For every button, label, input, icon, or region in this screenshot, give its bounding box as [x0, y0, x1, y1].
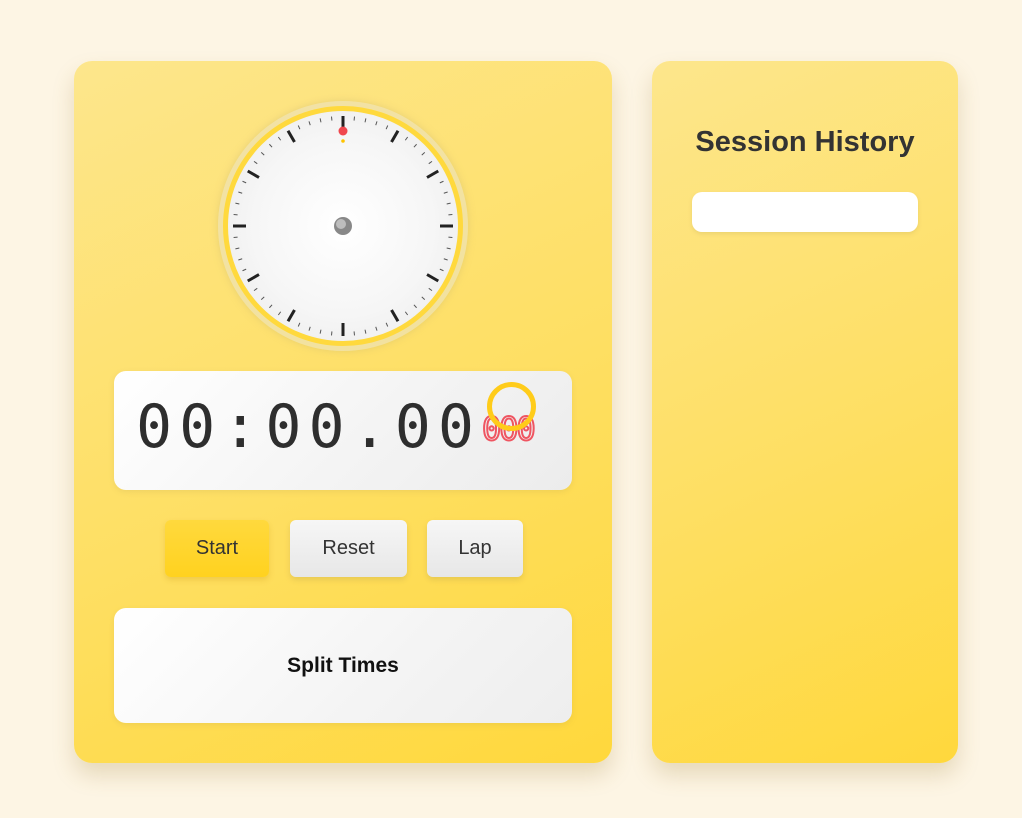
- dial-minor-tick: [375, 121, 378, 126]
- session-history-title: Session History: [695, 126, 915, 158]
- dial-minor-tick: [319, 118, 322, 123]
- dial-major-tick: [246, 169, 260, 179]
- dial-ticks: [233, 116, 453, 336]
- dial-minor-tick: [308, 326, 311, 331]
- stopwatch-dial: [218, 101, 468, 351]
- split-times-panel: Split Times: [114, 608, 572, 723]
- dial-major-tick: [426, 273, 440, 283]
- split-times-title: Split Times: [287, 654, 399, 677]
- dial-minor-tick: [439, 268, 444, 272]
- dial-minor-tick: [238, 191, 243, 194]
- dial-major-tick: [286, 309, 296, 323]
- dial-minor-tick: [446, 247, 451, 250]
- dial-minor-tick: [277, 311, 282, 316]
- dial-minor-tick: [446, 202, 451, 205]
- dial-minor-tick: [260, 296, 265, 300]
- reset-button[interactable]: Reset: [290, 520, 407, 577]
- dial-minor-tick: [428, 287, 433, 292]
- dial-minor-tick: [404, 136, 409, 141]
- dial-minor-tick: [421, 296, 426, 300]
- hand-marker: [338, 126, 348, 136]
- history-card: [652, 61, 958, 763]
- dial-major-tick: [390, 129, 400, 143]
- dial-minor-tick: [385, 322, 389, 327]
- time-readout: 00:00.00: [136, 392, 481, 462]
- dial-major-tick: [426, 169, 440, 179]
- dial-minor-tick: [260, 152, 265, 156]
- dial-minor-tick: [253, 160, 258, 165]
- center-pin-highlight: [336, 219, 346, 229]
- dial-minor-tick: [375, 326, 378, 331]
- dial-minor-tick: [297, 125, 301, 130]
- dial-minor-tick: [242, 180, 247, 184]
- dial-minor-tick: [413, 304, 417, 309]
- dial-minor-tick: [253, 287, 258, 292]
- dial-minor-tick: [443, 191, 448, 194]
- dial-minor-tick: [235, 202, 240, 205]
- dial-major-tick: [390, 309, 400, 323]
- stopwatch-app: 00:00.00 000 Start Reset Lap Split Times…: [0, 0, 1022, 818]
- dial-minor-tick: [238, 258, 243, 261]
- dial-major-tick: [246, 273, 260, 283]
- dial-minor-tick: [319, 329, 322, 334]
- dial-minor-tick: [413, 143, 417, 148]
- dial-minor-tick: [277, 136, 282, 141]
- start-button[interactable]: Start: [165, 520, 269, 577]
- dial-minor-tick: [385, 125, 389, 130]
- dial-minor-tick: [235, 247, 240, 250]
- dial-minor-tick: [269, 143, 273, 148]
- dial-minor-tick: [421, 152, 426, 156]
- dial-minor-tick: [242, 268, 247, 272]
- dial-minor-tick: [364, 329, 367, 334]
- hand-dot: [341, 139, 345, 143]
- cursor-ring-icon: [487, 382, 536, 431]
- dial-minor-tick: [428, 160, 433, 165]
- time-display: 00:00.00 000: [114, 371, 572, 490]
- dial-minor-tick: [308, 121, 311, 126]
- dial-minor-tick: [439, 180, 444, 184]
- dial-major-tick: [286, 129, 296, 143]
- session-history-list[interactable]: [692, 192, 918, 232]
- dial-minor-tick: [443, 258, 448, 261]
- lap-button[interactable]: Lap: [427, 520, 523, 577]
- dial-minor-tick: [297, 322, 301, 327]
- dial-minor-tick: [404, 311, 409, 316]
- dial-minor-tick: [364, 118, 367, 123]
- stopwatch-dial-icon: [223, 106, 463, 346]
- dial-minor-tick: [269, 304, 273, 309]
